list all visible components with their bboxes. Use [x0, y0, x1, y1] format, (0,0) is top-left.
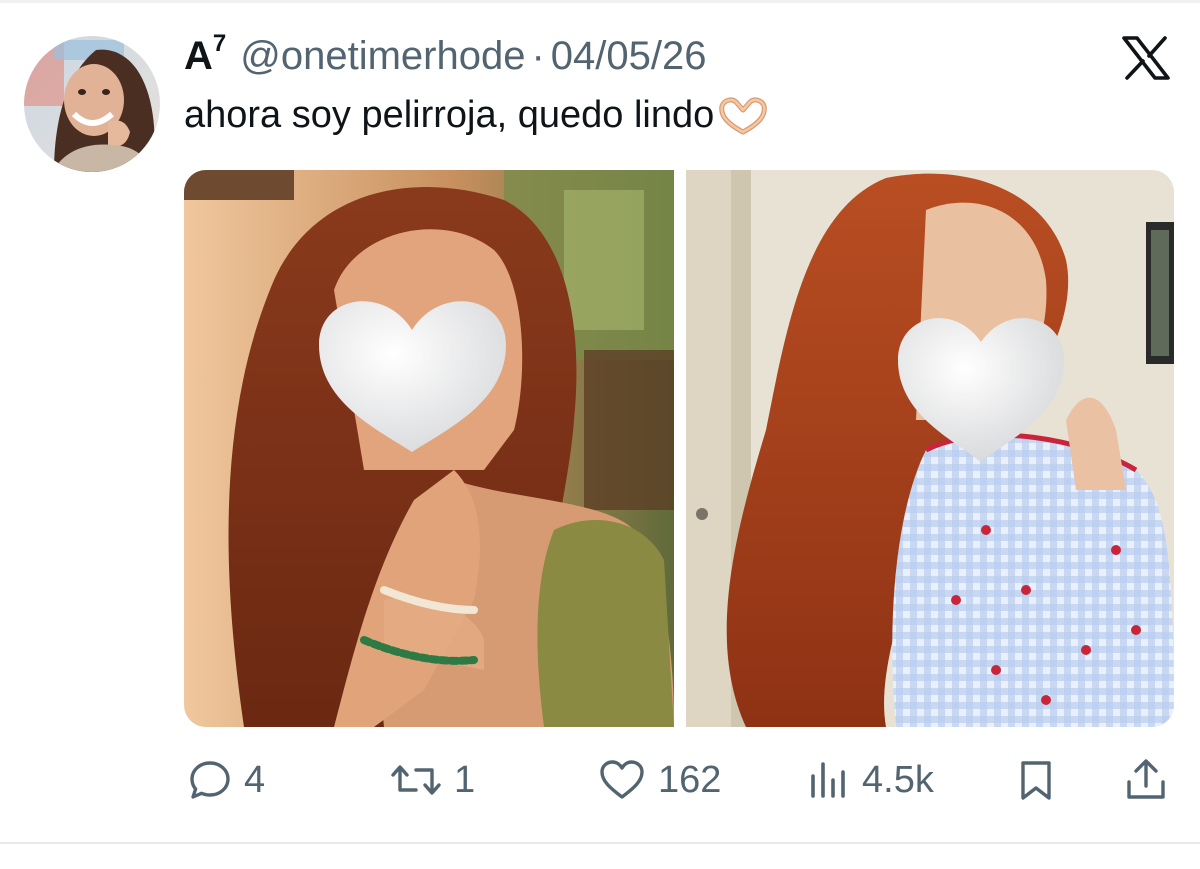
- display-name[interactable]: A7: [184, 30, 226, 79]
- display-name-text: A: [184, 34, 213, 78]
- views-button[interactable]: 4.5k: [808, 750, 934, 810]
- user-handle[interactable]: @onetimerhode: [240, 34, 525, 79]
- display-name-superscript: 7: [212, 30, 227, 57]
- bottom-divider: [0, 842, 1200, 844]
- repost-icon: [391, 765, 441, 795]
- x-logo-icon[interactable]: [1122, 36, 1170, 80]
- tweet-header: A7 @onetimerhode · 04/05/26: [184, 30, 707, 84]
- avatar[interactable]: [24, 36, 160, 172]
- like-button[interactable]: 162: [598, 750, 721, 810]
- reply-button[interactable]: 4: [188, 750, 265, 810]
- bookmark-icon: [1021, 761, 1051, 800]
- tweet-date[interactable]: 04/05/26: [551, 34, 707, 79]
- tweet-text: ahora soy pelirroja, quedo lindo: [184, 94, 770, 137]
- views-icon: [811, 762, 845, 798]
- action-bar: 4 1 162 4.5k: [184, 750, 1174, 810]
- share-button[interactable]: [1124, 750, 1168, 810]
- like-icon: [600, 760, 644, 799]
- share-icon: [1127, 759, 1165, 799]
- top-divider: [0, 0, 1200, 3]
- separator-dot: ·: [531, 34, 545, 78]
- views-count: 4.5k: [862, 758, 934, 801]
- repost-count: 1: [454, 758, 476, 801]
- reply-icon: [190, 761, 230, 799]
- tweet-text-body: ahora soy pelirroja, quedo lindo: [184, 94, 715, 136]
- media-grid: [184, 170, 1174, 727]
- repost-button[interactable]: 1: [390, 750, 475, 810]
- like-count: 162: [658, 758, 722, 801]
- right-photo[interactable]: [686, 170, 1174, 727]
- reply-count: 4: [244, 758, 266, 801]
- heart-hands-icon: [716, 96, 770, 136]
- left-photo[interactable]: [184, 170, 674, 727]
- bookmark-button[interactable]: [1014, 750, 1058, 810]
